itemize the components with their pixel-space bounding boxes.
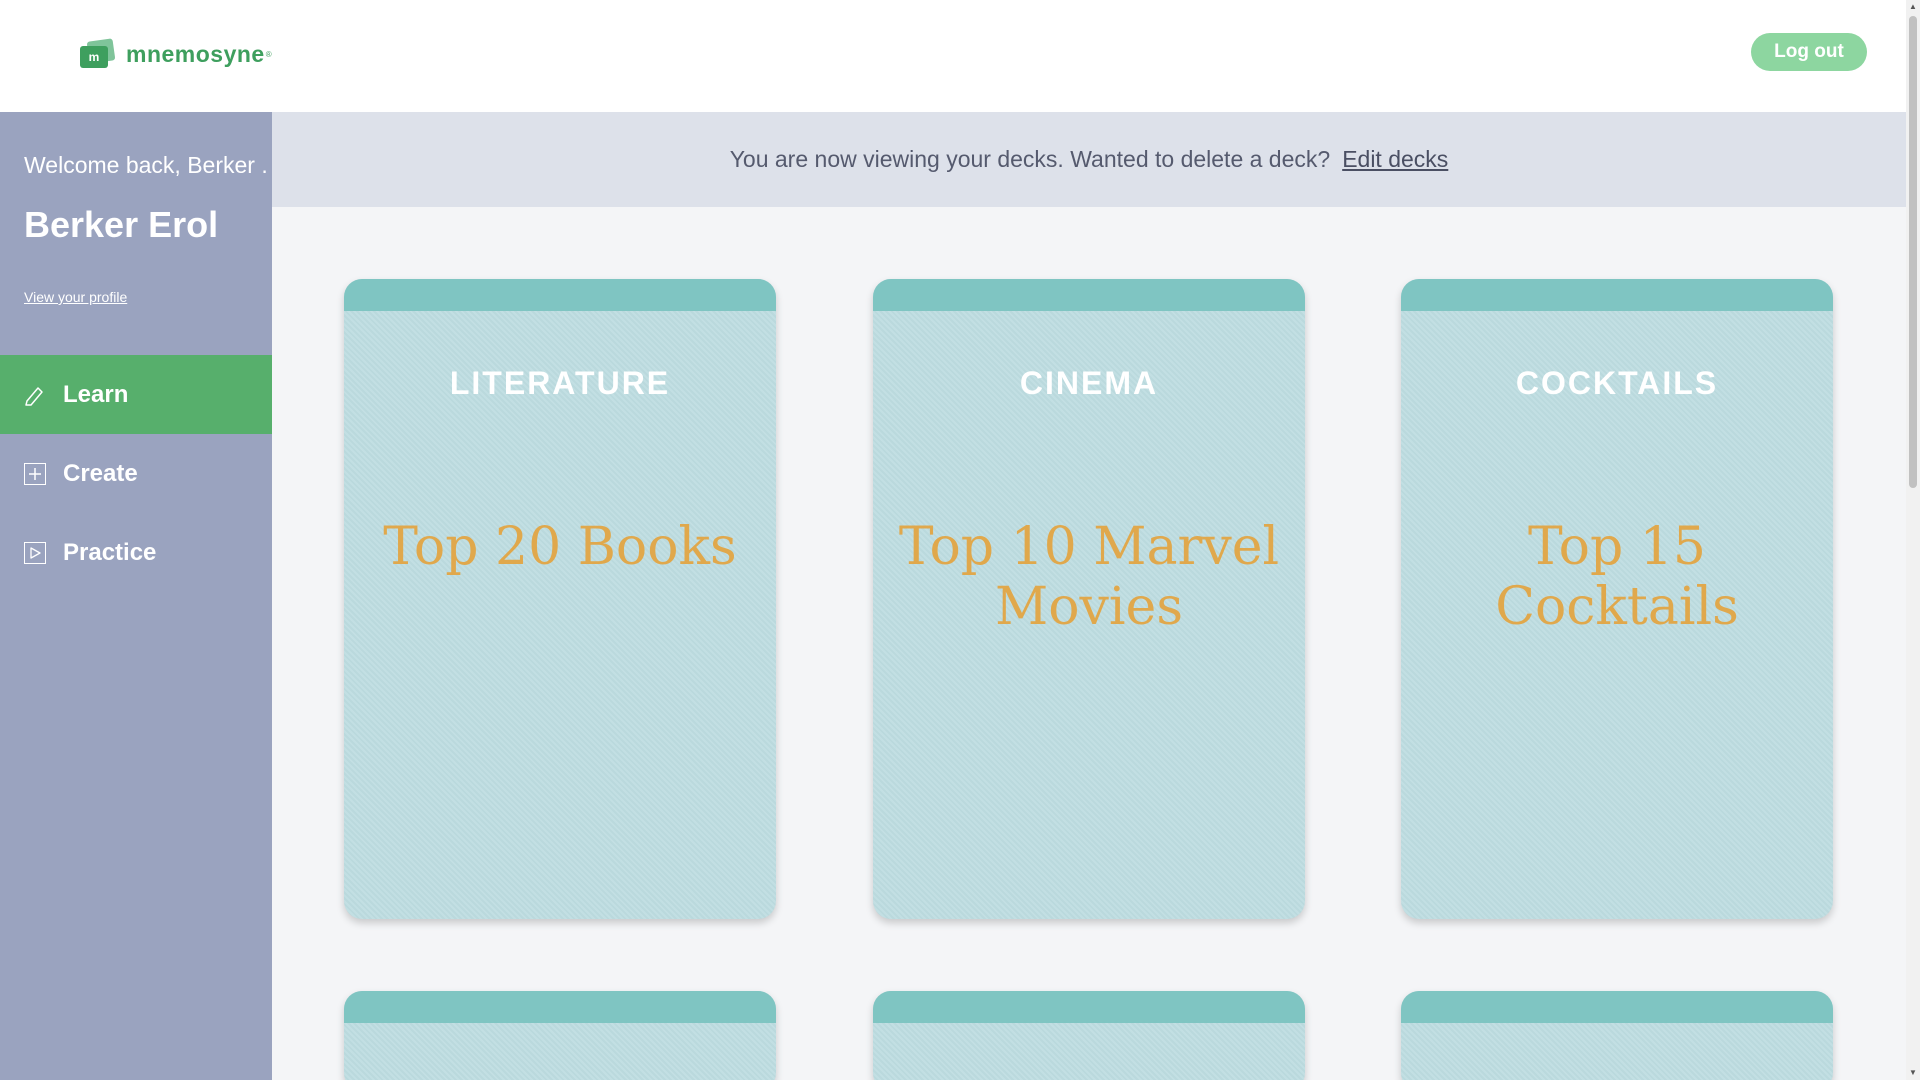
- deck-card-literature[interactable]: LITERATURE Top 20 Books: [344, 279, 776, 919]
- banner-text: You are now viewing your decks. Wanted t…: [729, 146, 1331, 172]
- info-banner: You are now viewing your decks. Wanted t…: [272, 112, 1906, 207]
- page-scrollbar[interactable]: ▲ ▼: [1906, 0, 1920, 1080]
- pencil-icon: [24, 384, 46, 406]
- scroll-up-arrow-icon[interactable]: ▲: [1906, 0, 1920, 14]
- deck-card[interactable]: [1401, 991, 1833, 1080]
- deck-title: Top 20 Books: [383, 517, 737, 577]
- logo[interactable]: m mnemosyne ®: [78, 38, 272, 68]
- sidebar-item-practice[interactable]: Practice: [0, 513, 272, 592]
- logo-text: mnemosyne: [126, 40, 265, 67]
- welcome-message: Welcome back, Berker .: [24, 152, 268, 178]
- deck-card-header: [1401, 991, 1833, 1023]
- view-profile-link[interactable]: View your profile: [24, 289, 127, 305]
- top-header: m mnemosyne ® Log out: [0, 0, 1906, 112]
- deck-category: CINEMA: [1019, 365, 1159, 401]
- logo-cards-icon: m: [78, 38, 116, 68]
- edit-decks-link[interactable]: Edit decks: [1342, 146, 1448, 173]
- deck-card-cocktails[interactable]: COCKTAILS Top 15 Cocktails: [1401, 279, 1833, 919]
- sidebar-item-learn[interactable]: Learn: [0, 355, 272, 434]
- deck-category: LITERATURE: [449, 365, 671, 401]
- deck-card-header: [344, 279, 776, 311]
- user-name: Berker Erol: [24, 204, 219, 245]
- sidebar-item-create[interactable]: Create: [0, 434, 272, 513]
- sidebar-item-label: Learn: [63, 380, 129, 408]
- scroll-down-arrow-icon[interactable]: ▼: [1906, 1066, 1920, 1080]
- sidebar: Welcome back, Berker . Berker Erol View …: [0, 112, 272, 1080]
- deck-card-header: [344, 991, 776, 1023]
- deck-card[interactable]: [344, 991, 776, 1080]
- registered-mark: ®: [265, 49, 272, 59]
- sidebar-item-label: Practice: [63, 538, 157, 566]
- deck-card-header: [873, 991, 1305, 1023]
- scrollbar-thumb[interactable]: [1909, 16, 1917, 488]
- deck-category: COCKTAILS: [1515, 365, 1719, 401]
- sidebar-item-label: Create: [63, 459, 138, 487]
- plus-square-icon: [24, 462, 46, 485]
- deck-card-header: [873, 279, 1305, 311]
- logout-button[interactable]: Log out: [1751, 33, 1867, 71]
- deck-title: Top 10 Marvel Movies: [898, 517, 1280, 637]
- deck-card-cinema[interactable]: CINEMA Top 10 Marvel Movies: [873, 279, 1305, 919]
- deck-card[interactable]: [873, 991, 1305, 1080]
- play-square-icon: [24, 541, 46, 564]
- deck-card-header: [1401, 279, 1833, 311]
- deck-title: Top 15 Cocktails: [1495, 517, 1739, 637]
